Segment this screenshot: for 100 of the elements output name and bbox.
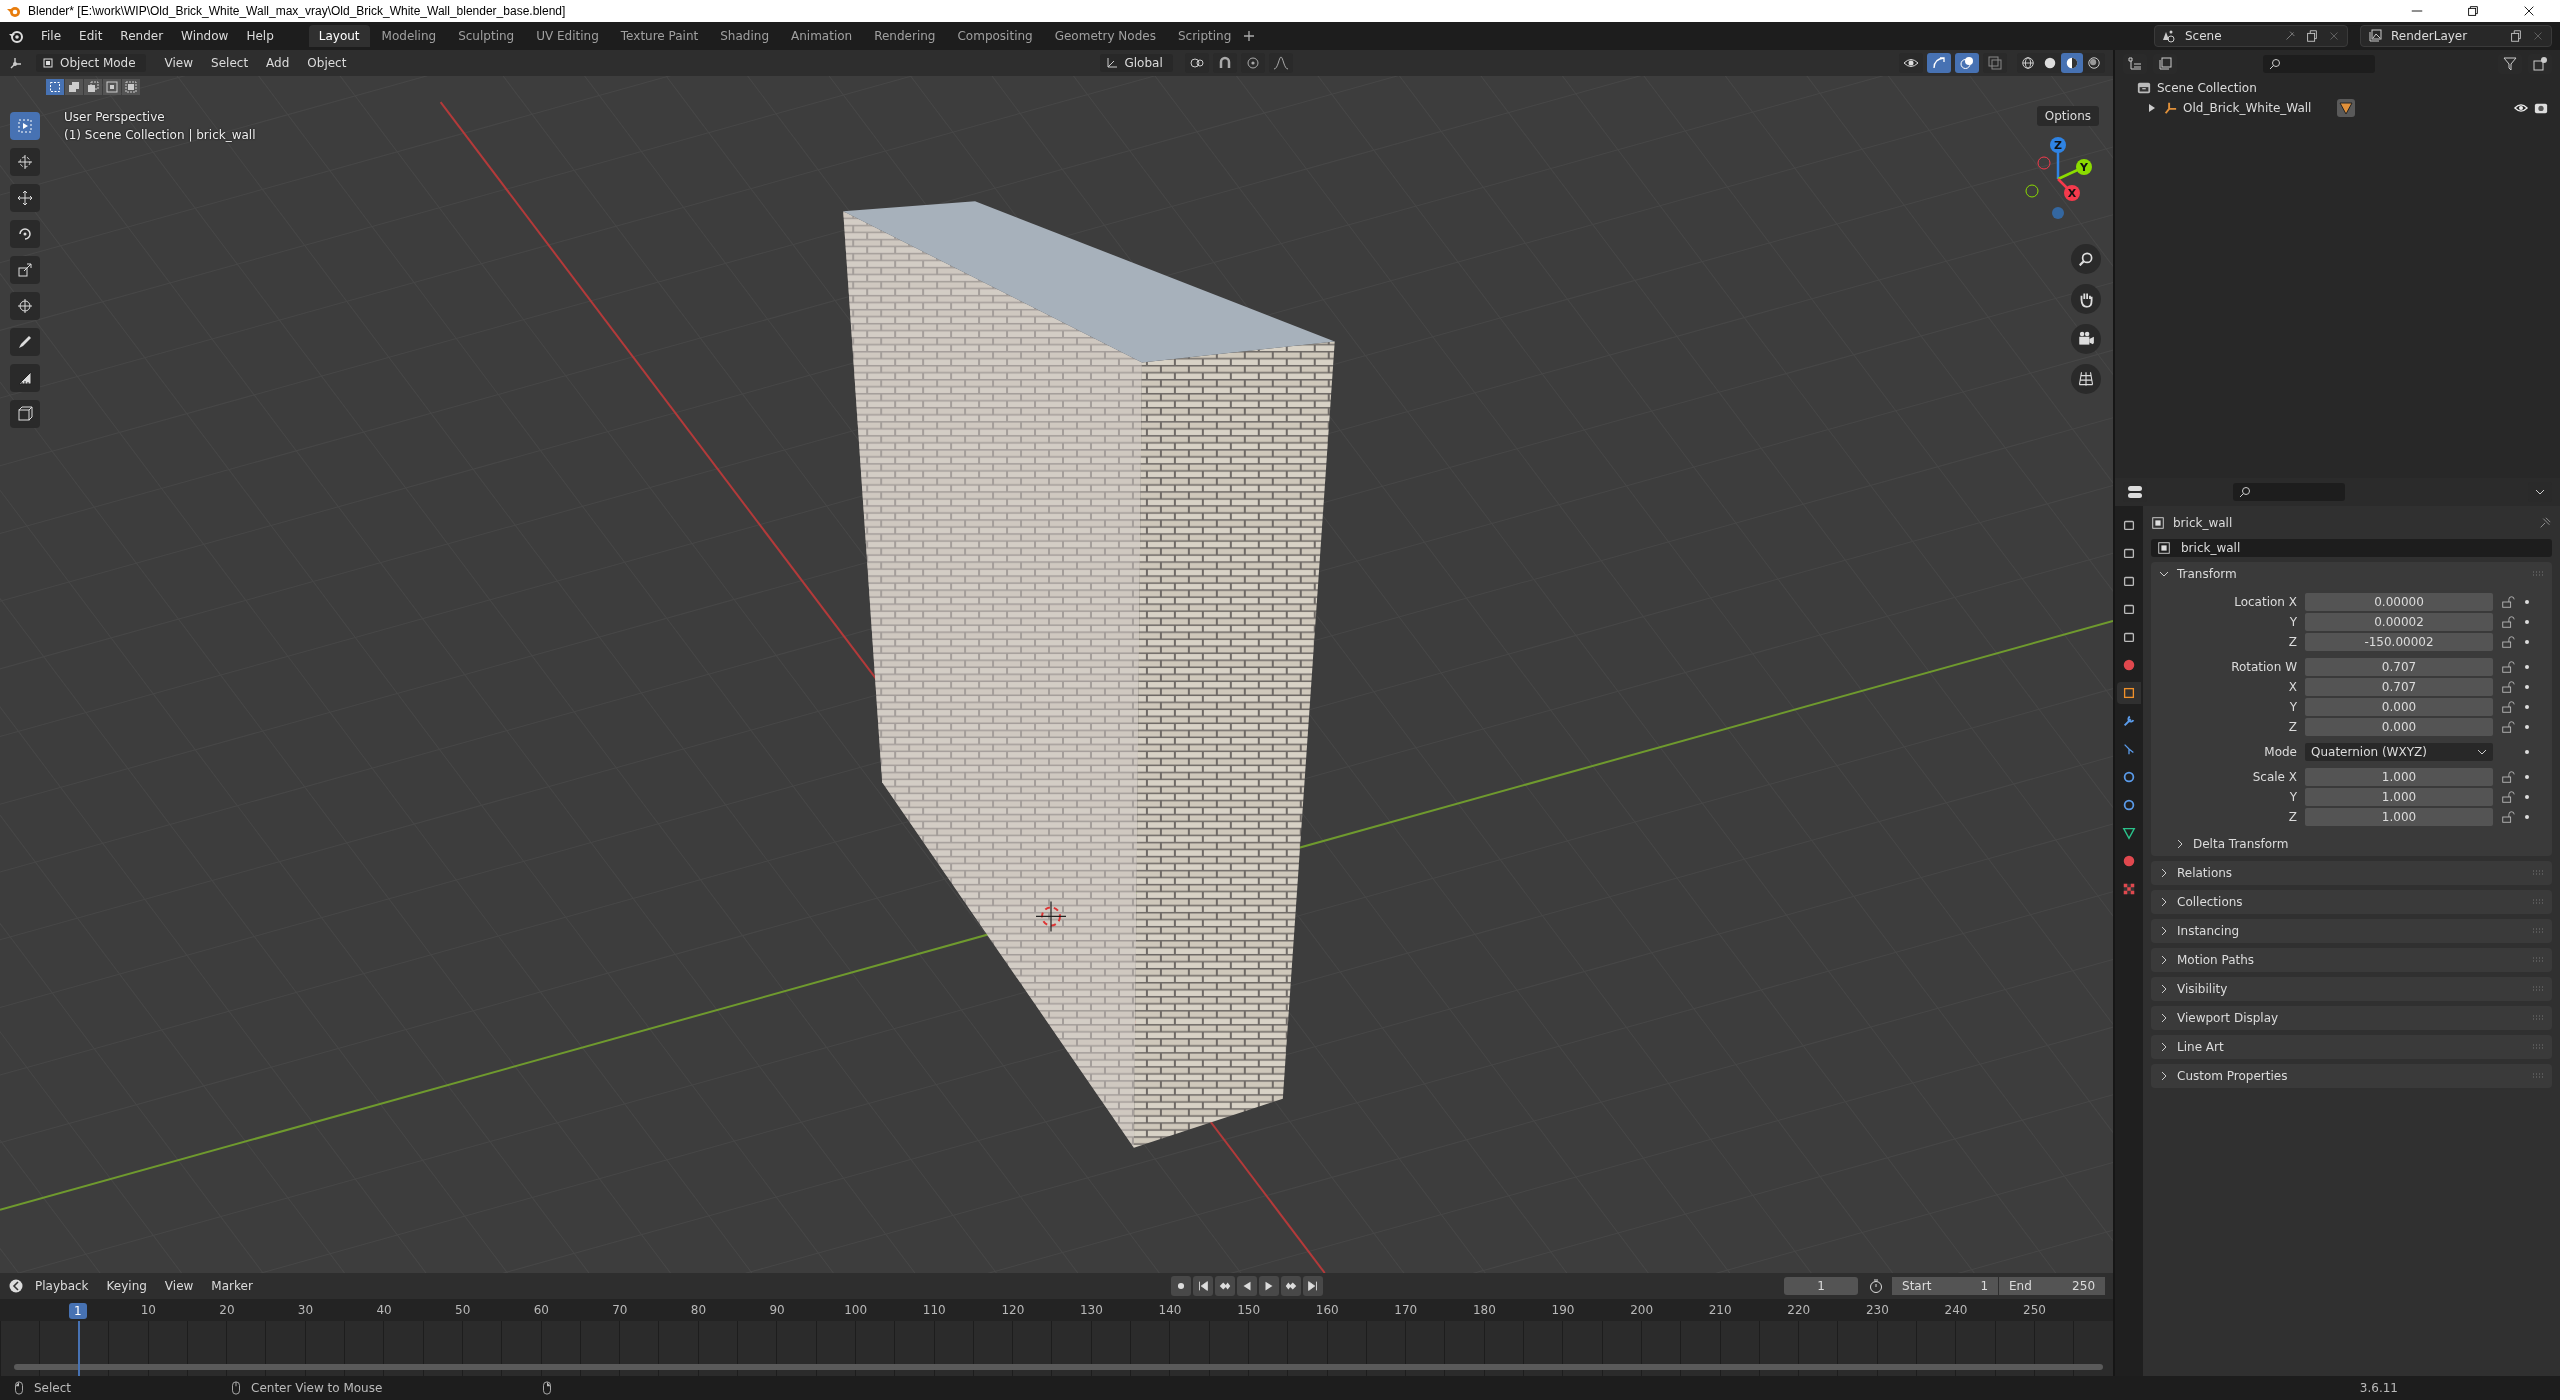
drag-handle-icon[interactable]	[2532, 870, 2544, 876]
panel-header[interactable]: Instancing	[2177, 924, 2240, 938]
lock-icon[interactable]	[2501, 789, 2515, 804]
scene-selector[interactable]: Scene	[2154, 25, 2348, 47]
magnet-icon[interactable]	[1212, 53, 1237, 73]
workspace-tab[interactable]: Geometry Nodes	[1044, 25, 1166, 47]
number-field[interactable]: 0.000	[2305, 717, 2493, 736]
search-field[interactable]	[2263, 55, 2375, 73]
drag-handle-icon[interactable]	[2532, 928, 2544, 934]
pin-icon[interactable]	[2538, 516, 2552, 530]
xray-toggle-icon[interactable]	[1983, 53, 2007, 73]
brick-wall-drawing[interactable]	[843, 201, 1335, 1148]
hand-icon[interactable]	[2071, 284, 2101, 314]
chevron-icon[interactable]	[2175, 839, 2185, 849]
tool-button[interactable]	[10, 220, 40, 248]
play-reverse-icon[interactable]	[1236, 1276, 1257, 1296]
menu-item[interactable]: Help	[239, 26, 281, 46]
lock-icon[interactable]	[2501, 594, 2515, 609]
keyframe-dot-icon[interactable]	[2523, 682, 2531, 691]
mode-dropdown[interactable]: Object Mode	[36, 54, 146, 72]
view-layer-selector[interactable]: RenderLayer	[2360, 25, 2552, 47]
mesh-triangle-icon[interactable]	[2337, 99, 2356, 117]
chevron-icon[interactable]	[2159, 955, 2169, 965]
workspace-tab[interactable]: Texture Paint	[610, 25, 709, 47]
prev-keyframe-icon[interactable]	[1214, 1276, 1235, 1296]
menu-item[interactable]: Render	[113, 26, 171, 46]
chevron-icon[interactable]	[2159, 569, 2169, 579]
workspace-tab[interactable]: Compositing	[947, 25, 1043, 47]
workspace-tab[interactable]: Sculpting	[448, 25, 525, 47]
selection-mode-button[interactable]	[122, 79, 140, 95]
tool-button[interactable]	[10, 292, 40, 320]
drag-handle-icon[interactable]	[2532, 1044, 2544, 1050]
workspace-tab[interactable]: Animation	[781, 25, 863, 47]
menu-item[interactable]: Select	[204, 53, 256, 73]
drag-handle-icon[interactable]	[2532, 1073, 2544, 1079]
number-field[interactable]: 1.000	[2305, 787, 2493, 806]
scrollbar[interactable]	[14, 1364, 2103, 1370]
menu-item[interactable]: Keying	[99, 1276, 154, 1296]
timeline-track[interactable]	[0, 1321, 2113, 1376]
lock-icon[interactable]	[2501, 659, 2515, 674]
panel-header[interactable]: Visibility	[2177, 982, 2228, 996]
properties-tab[interactable]	[2117, 682, 2141, 704]
copy-icon[interactable]	[2305, 29, 2319, 43]
end-frame-field[interactable]: End 250	[1999, 1277, 2105, 1295]
next-keyframe-icon[interactable]	[1280, 1276, 1301, 1296]
keyframe-dot-icon[interactable]	[2523, 747, 2531, 756]
menu-item[interactable]: Add	[259, 53, 297, 73]
lock-icon[interactable]	[2501, 634, 2515, 649]
falloff-curve-icon[interactable]	[1268, 53, 1293, 73]
chevron-icon[interactable]	[2159, 926, 2169, 936]
close-icon[interactable]	[2522, 4, 2536, 18]
navigation-gizmo[interactable]: Z Y X	[2013, 134, 2103, 224]
panel-header[interactable]: Collections	[2177, 895, 2243, 909]
number-field[interactable]: 0.707	[2305, 657, 2493, 676]
drag-handle-icon[interactable]	[2532, 1015, 2544, 1021]
panel-header[interactable]: Custom Properties	[2177, 1069, 2288, 1083]
selection-mode-button[interactable]	[84, 79, 102, 95]
chevron-icon[interactable]	[2159, 897, 2169, 907]
camera-icon[interactable]	[2071, 324, 2101, 354]
menu-item[interactable]: Window	[174, 26, 236, 46]
keyframe-dot-icon[interactable]	[2523, 812, 2531, 821]
editor-type-icon[interactable]	[8, 55, 24, 71]
panel-header[interactable]: Relations	[2177, 866, 2233, 880]
copy-icon[interactable]	[2509, 29, 2523, 43]
keyframe-dot-icon[interactable]	[2523, 617, 2531, 626]
number-field[interactable]: 0.00000	[2305, 592, 2493, 611]
eye-icon[interactable]	[2514, 101, 2528, 115]
lock-icon[interactable]	[2501, 679, 2515, 694]
selection-mode-button[interactable]	[65, 79, 83, 95]
workspace-tab[interactable]: Rendering	[864, 25, 946, 47]
drag-handle-icon[interactable]	[2532, 957, 2544, 963]
number-field[interactable]: 1.000	[2305, 767, 2493, 786]
pivot-icon[interactable]	[1184, 53, 1209, 73]
lock-icon[interactable]	[2501, 809, 2515, 824]
jump-end-icon[interactable]	[1302, 1276, 1323, 1296]
workspace-tab[interactable]: Modeling	[371, 25, 447, 47]
drag-handle-icon[interactable]	[2532, 571, 2544, 577]
drag-handle-icon[interactable]	[2532, 899, 2544, 905]
add-icon[interactable]	[1243, 30, 1256, 42]
number-field[interactable]: 0.000	[2305, 697, 2493, 716]
3d-viewport[interactable]: Object Mode View Select Add Object Global User Perspective (1) Scene Collection | brick_wall Options Z Y X	[0, 50, 2113, 1273]
number-field[interactable]: 0.707	[2305, 677, 2493, 696]
current-frame-field[interactable]: 1	[1784, 1277, 1858, 1295]
keyframe-dot-icon[interactable]	[2523, 597, 2531, 606]
proportional-edit-icon[interactable]	[1240, 53, 1265, 73]
chevron-icon[interactable]	[2159, 984, 2169, 994]
object-name-field[interactable]: brick_wall	[2151, 539, 2552, 557]
workspace-tab[interactable]: Layout	[308, 25, 370, 47]
zoom-icon[interactable]	[2071, 244, 2101, 274]
play-icon[interactable]	[1258, 1276, 1279, 1296]
panel-header[interactable]: Viewport Display	[2177, 1011, 2279, 1025]
keyframe-dot-icon[interactable]	[2523, 772, 2531, 781]
start-frame-field[interactable]: Start 1	[1892, 1277, 1998, 1295]
options-dropdown[interactable]: Options	[2036, 106, 2099, 126]
keyframe-dot-icon[interactable]	[2523, 792, 2531, 801]
tool-button[interactable]	[10, 328, 40, 356]
panel-header[interactable]: Line Art	[2177, 1040, 2224, 1054]
menu-item[interactable]: Marker	[204, 1276, 260, 1296]
menu-item[interactable]: Edit	[72, 26, 110, 46]
keyframe-dot-icon[interactable]	[2523, 662, 2531, 671]
